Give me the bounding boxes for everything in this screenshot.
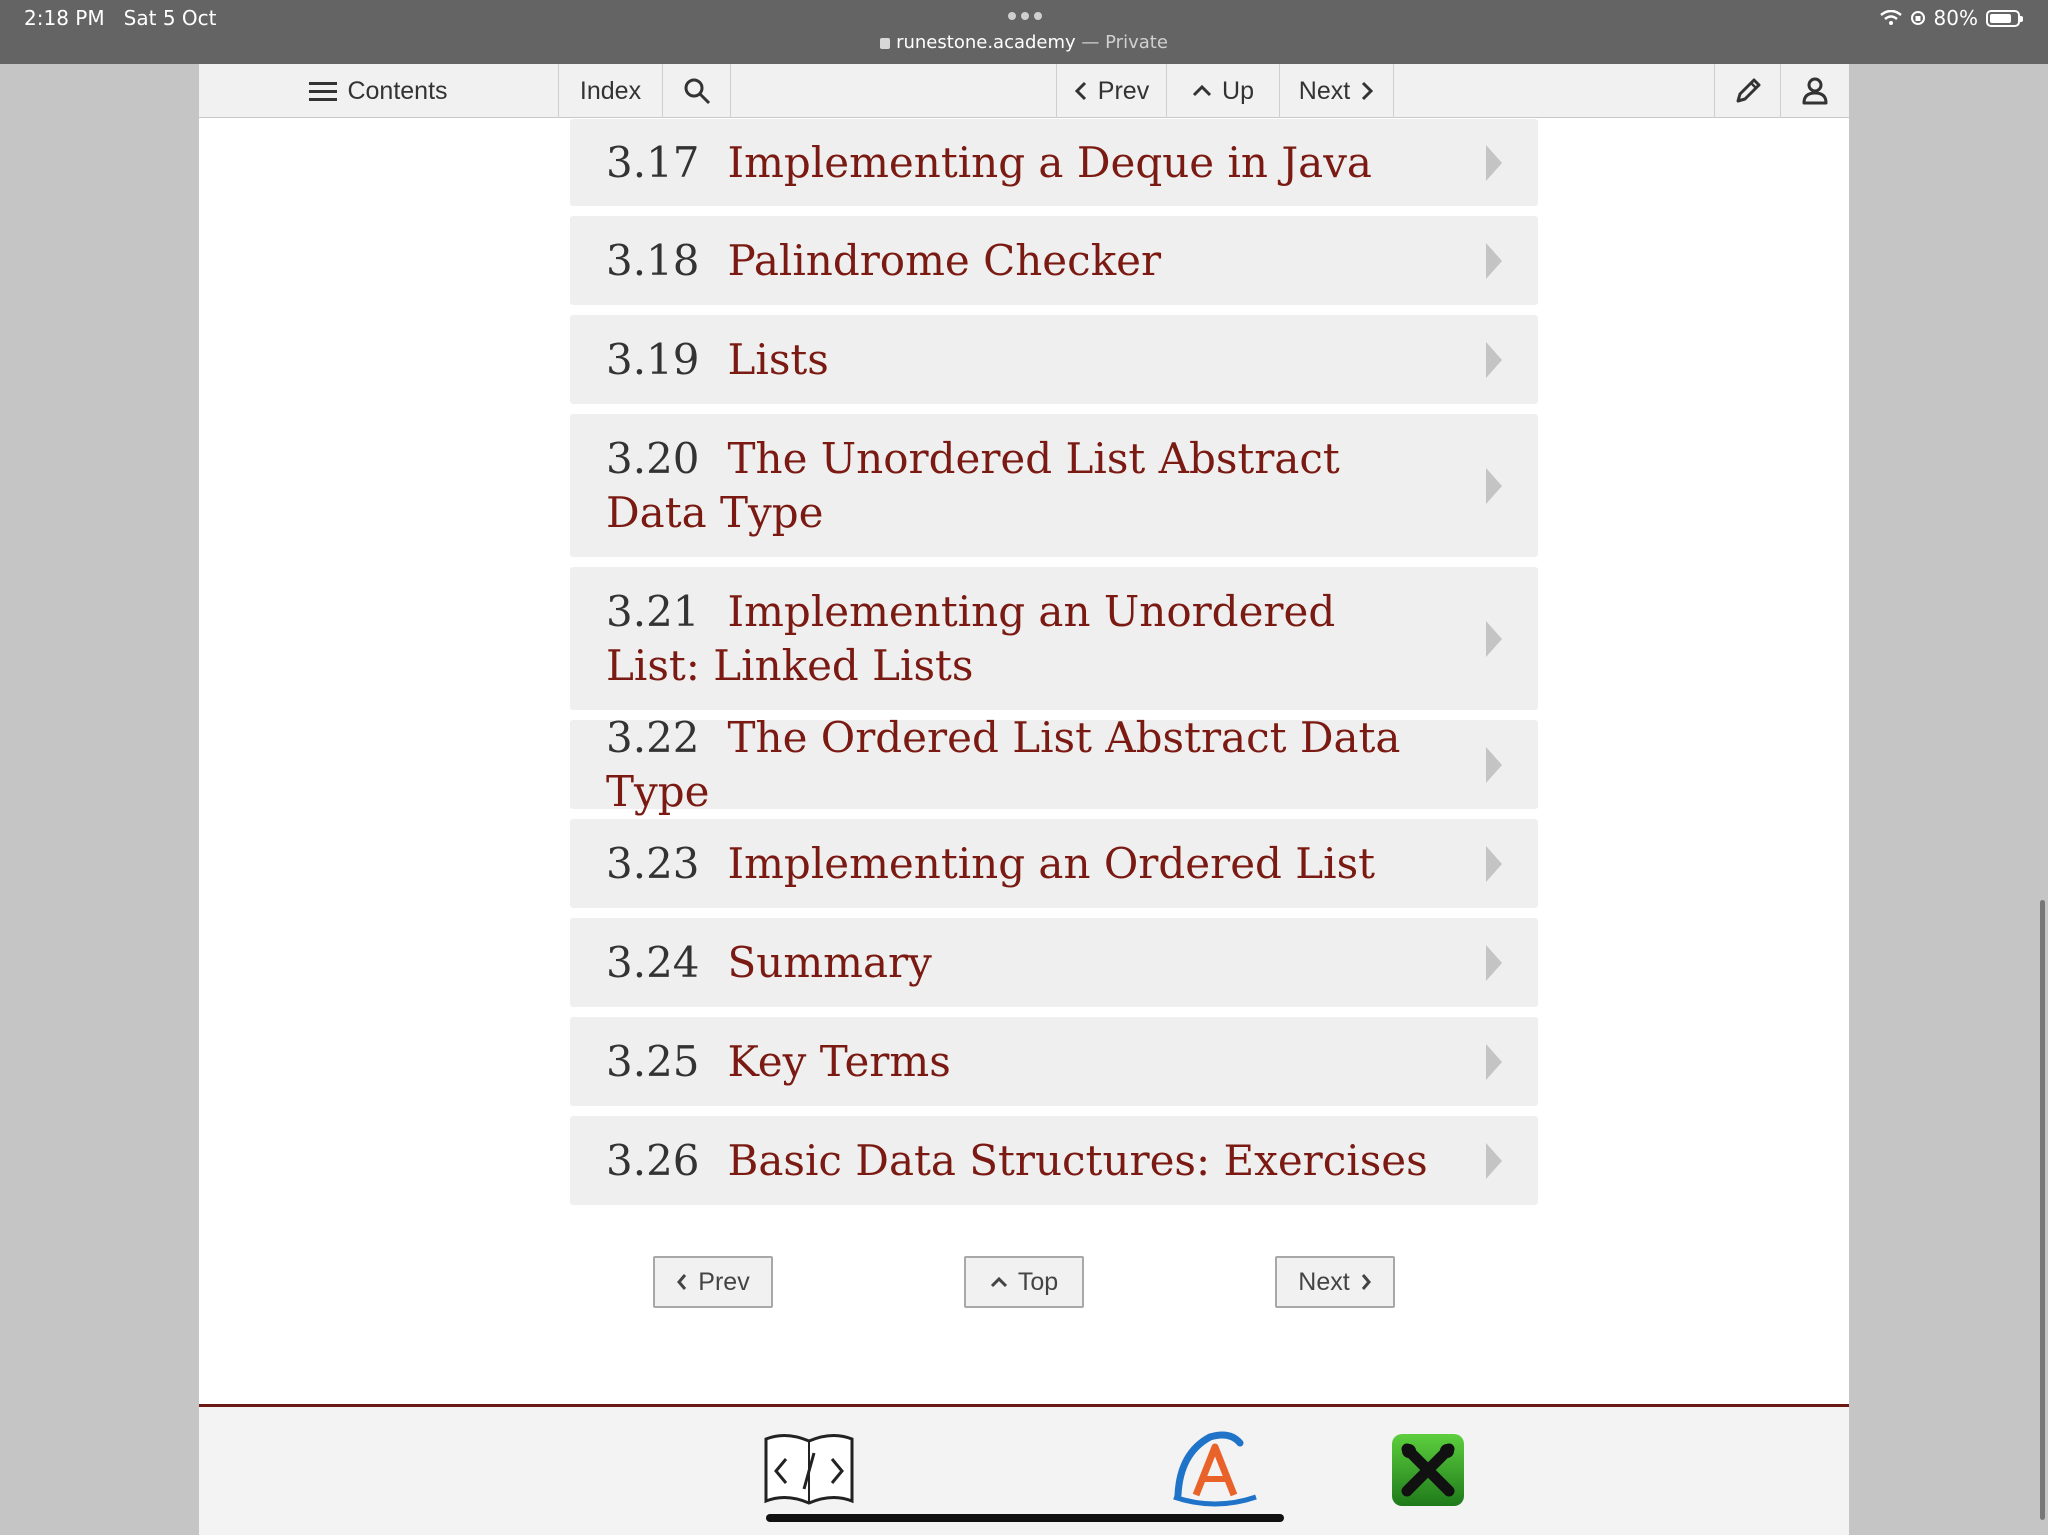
expand-arrow-icon[interactable]: [1486, 144, 1502, 181]
section-title: Key Terms: [727, 1036, 951, 1086]
pencil-icon: [1736, 78, 1760, 103]
toolbar-prev-button[interactable]: Prev: [1056, 64, 1167, 118]
section-number: 3.19: [606, 334, 700, 384]
chevron-up-icon: [1192, 84, 1212, 97]
status-bar: 2:18 PM Sat 5 Oct runestone.academy — Pr…: [0, 0, 2048, 64]
chevron-up-icon: [990, 1276, 1007, 1288]
toc-item-3-22[interactable]: 3.22 The Ordered List Abstract Data Type: [570, 713, 1538, 816]
toc-item-3-21[interactable]: 3.21 Implementing an Unordered List: Link…: [570, 567, 1538, 710]
scrollbar[interactable]: [2040, 900, 2045, 1520]
toc-item-3-17[interactable]: 3.17 Implementing a Deque in Java: [570, 119, 1538, 206]
section-title: Summary: [727, 937, 932, 987]
chevron-right-icon: [1362, 81, 1374, 101]
url-text: runestone.academy: [896, 32, 1076, 53]
toc-item-3-19[interactable]: 3.19 Lists: [570, 315, 1538, 404]
chevron-right-icon: [1361, 1274, 1371, 1290]
bottom-top-label: Top: [1017, 1267, 1059, 1296]
app-icon[interactable]: [1391, 1433, 1465, 1507]
expand-arrow-icon[interactable]: [1486, 1142, 1502, 1179]
contents-button[interactable]: Contents: [199, 64, 559, 118]
section-title: The Unordered List Abstract Data Type: [606, 433, 1340, 537]
section-title: Lists: [727, 334, 829, 384]
toc-item-3-25[interactable]: 3.25 Key Terms: [570, 1017, 1538, 1106]
section-number: 3.26: [606, 1135, 700, 1185]
address-bar[interactable]: runestone.academy — Private: [0, 32, 2048, 53]
expand-arrow-icon[interactable]: [1486, 467, 1502, 504]
bottom-top-button[interactable]: Top: [964, 1256, 1084, 1308]
more-dots-icon[interactable]: [1008, 12, 1042, 20]
anaconda-icon[interactable]: [1170, 1429, 1260, 1509]
section-title: Implementing a Deque in Java: [727, 137, 1372, 187]
section-title: Basic Data Structures: Exercises: [727, 1135, 1428, 1185]
expand-arrow-icon[interactable]: [1486, 341, 1502, 378]
chevron-left-icon: [1074, 81, 1086, 101]
chevron-left-icon: [677, 1274, 687, 1290]
toc-item-3-23[interactable]: 3.23 Implementing an Ordered List: [570, 819, 1538, 908]
wifi-icon: [1879, 10, 1902, 25]
bottom-prev-button[interactable]: Prev: [653, 1256, 773, 1308]
clock: 2:18 PM: [24, 6, 105, 30]
bottom-prev-label: Prev: [698, 1267, 750, 1296]
expand-arrow-icon[interactable]: [1486, 746, 1502, 783]
section-number: 3.23: [606, 838, 700, 888]
search-icon: [684, 78, 710, 105]
expand-arrow-icon[interactable]: [1486, 242, 1502, 279]
section-number: 3.20: [606, 433, 700, 483]
battery-percent: 80%: [1933, 6, 1978, 30]
status-time: 2:18 PM Sat 5 Oct: [24, 6, 216, 30]
user-icon: [1802, 77, 1828, 105]
private-label: — Private: [1081, 32, 1168, 53]
next-label: Next: [1298, 76, 1351, 105]
toolbar-up-button[interactable]: Up: [1167, 64, 1280, 118]
section-number: 3.24: [606, 937, 700, 987]
section-number: 3.25: [606, 1036, 700, 1086]
user-button[interactable]: [1781, 64, 1849, 118]
section-number: 3.21: [606, 586, 700, 636]
toc-list: 3.17 Implementing a Deque in Java 3.18 Pal…: [570, 119, 1538, 1215]
toc-item-3-18[interactable]: 3.18 Palindrome Checker: [570, 216, 1538, 305]
section-number: 3.18: [606, 235, 700, 285]
expand-arrow-icon[interactable]: [1486, 620, 1502, 657]
section-title: Implementing an Ordered List: [727, 838, 1376, 888]
index-label: Index: [579, 76, 642, 105]
search-button[interactable]: [663, 64, 731, 118]
expand-arrow-icon[interactable]: [1486, 845, 1502, 882]
up-label: Up: [1222, 76, 1254, 105]
section-number: 3.17: [606, 137, 700, 187]
menu-icon: [309, 82, 338, 101]
orientation-lock-icon: [1910, 11, 1925, 25]
index-button[interactable]: Index: [559, 64, 663, 118]
section-title: Palindrome Checker: [727, 235, 1162, 285]
toolbar-next-button[interactable]: Next: [1280, 64, 1394, 118]
home-indicator[interactable]: [766, 1514, 1284, 1522]
expand-arrow-icon[interactable]: [1486, 944, 1502, 981]
toc-item-3-24[interactable]: 3.24 Summary: [570, 918, 1538, 1007]
status-indicators: 80%: [1879, 6, 2023, 30]
contents-label: Contents: [347, 76, 448, 105]
date: Sat 5 Oct: [123, 6, 217, 30]
page: Contents Index Prev Up Next 3.17 Impleme…: [199, 64, 1849, 1535]
section-number: 3.22: [606, 712, 700, 762]
toolbar: Contents Index Prev Up Next: [199, 64, 1849, 118]
book-code-icon[interactable]: [762, 1431, 856, 1507]
toc-item-3-26[interactable]: 3.26 Basic Data Structures: Exercises: [570, 1116, 1538, 1205]
battery-icon: [1986, 9, 2023, 27]
expand-arrow-icon[interactable]: [1486, 1043, 1502, 1080]
lock-icon: [880, 38, 891, 49]
toc-item-3-20[interactable]: 3.20 The Unordered List Abstract Data Typ…: [570, 414, 1538, 557]
section-title: The Ordered List Abstract Data Type: [606, 712, 1401, 816]
section-title: Implementing an Unordered List: Linked L…: [606, 586, 1336, 690]
prev-label: Prev: [1097, 76, 1150, 105]
bottom-next-label: Next: [1298, 1267, 1350, 1296]
bottom-next-button[interactable]: Next: [1275, 1256, 1395, 1308]
annotate-button[interactable]: [1714, 64, 1781, 118]
